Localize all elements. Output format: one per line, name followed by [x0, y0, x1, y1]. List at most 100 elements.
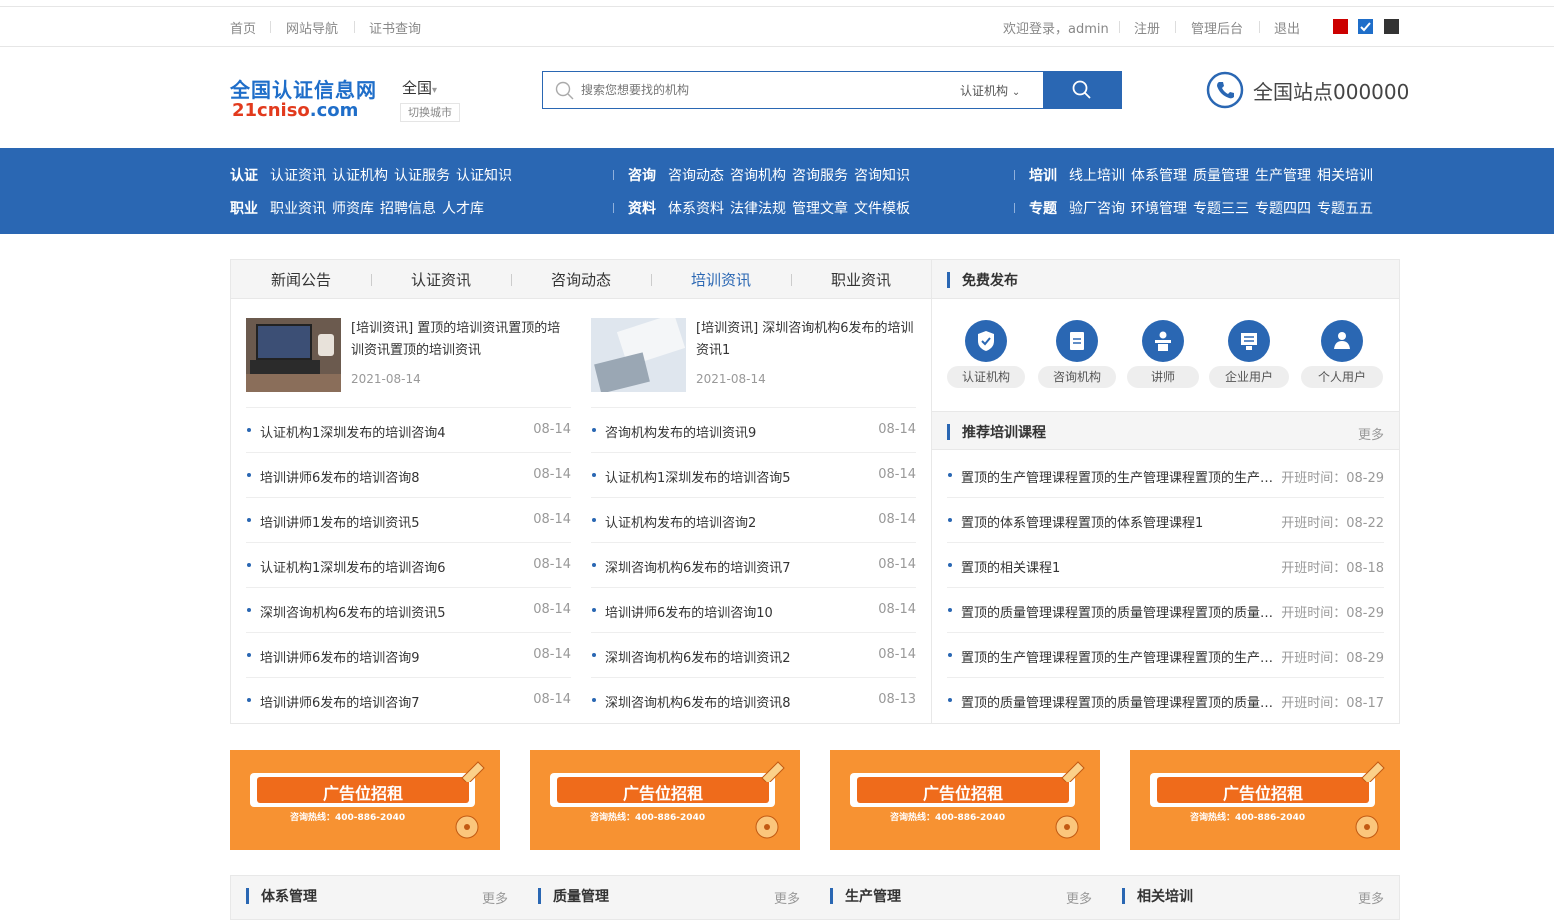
- item-title[interactable]: 深圳咨询机构6发布的培训资讯5: [260, 602, 446, 621]
- section-more-link[interactable]: 更多: [1358, 888, 1384, 907]
- item-title[interactable]: 深圳咨询机构6发布的培训资讯2: [605, 647, 791, 666]
- list-item[interactable]: 认证机构1深圳发布的培训咨询4 08-14: [246, 408, 571, 453]
- register-link[interactable]: 注册: [1134, 18, 1160, 37]
- nav-link[interactable]: 咨询机构: [730, 168, 786, 184]
- item-title[interactable]: 培训讲师6发布的培训咨询9: [260, 647, 420, 666]
- item-title[interactable]: 认证机构发布的培训咨询2: [605, 512, 756, 531]
- search-input[interactable]: [581, 80, 941, 100]
- list-item[interactable]: 认证机构1深圳发布的培训咨询6 08-14: [246, 543, 571, 588]
- publish-consult-org[interactable]: 咨询机构: [1038, 366, 1116, 388]
- featured-thumbnail[interactable]: [246, 318, 341, 392]
- nav-link[interactable]: 认证知识: [456, 168, 512, 184]
- nav-link[interactable]: 专题三三: [1193, 201, 1249, 217]
- tab-news[interactable]: 新闻公告: [231, 269, 371, 290]
- nav-link[interactable]: 咨询服务: [792, 168, 848, 184]
- course-item[interactable]: 置顶的体系管理课程置顶的体系管理课程1 开班时间：08-22: [947, 498, 1384, 543]
- ad-banner[interactable]: 广告位招租 咨询热线：400-886-2040: [1130, 750, 1400, 850]
- nav-link[interactable]: 人才库: [442, 201, 484, 217]
- nav-link[interactable]: 管理文章: [792, 201, 848, 217]
- featured-thumbnail[interactable]: [591, 318, 686, 392]
- logout-link[interactable]: 退出: [1274, 18, 1300, 37]
- nav-link[interactable]: 质量管理: [1193, 168, 1249, 184]
- nav-group-title[interactable]: 职业: [230, 201, 258, 217]
- city-selector[interactable]: 全国▾: [402, 77, 437, 98]
- nav-link[interactable]: 环境管理: [1131, 201, 1187, 217]
- site-logo-domain[interactable]: 21cniso.com: [232, 100, 358, 121]
- list-item[interactable]: 深圳咨询机构6发布的培训资讯5 08-14: [246, 588, 571, 633]
- nav-link[interactable]: 生产管理: [1255, 168, 1311, 184]
- nav-link[interactable]: 咨询知识: [854, 168, 910, 184]
- lecturer-icon[interactable]: [1142, 320, 1184, 362]
- list-item[interactable]: 培训讲师6发布的培训咨询9 08-14: [246, 633, 571, 678]
- publish-personal-user[interactable]: 个人用户: [1301, 366, 1383, 388]
- admin-link[interactable]: 管理后台: [1191, 18, 1243, 37]
- home-link[interactable]: 首页: [230, 18, 256, 37]
- theme-blue-swatch[interactable]: [1358, 19, 1373, 34]
- item-title[interactable]: 认证机构1深圳发布的培训咨询5: [605, 467, 791, 486]
- site-logo-title[interactable]: 全国认证信息网: [230, 74, 377, 103]
- item-title[interactable]: 深圳咨询机构6发布的培训资讯8: [605, 692, 791, 711]
- personal-user-icon[interactable]: [1321, 320, 1363, 362]
- course-item[interactable]: 置顶的质量管理课程置顶的质量管理课程置顶的质量… 开班时间：08-17: [947, 678, 1384, 723]
- nav-link[interactable]: 师资库: [332, 201, 374, 217]
- theme-dark-swatch[interactable]: [1384, 19, 1399, 34]
- tab-cert-news[interactable]: 认证资讯: [371, 269, 511, 290]
- item-title[interactable]: 培训讲师6发布的培训咨询10: [605, 602, 773, 621]
- featured-title[interactable]: [培训资讯] 置顶的培训资讯置顶的培训资讯置顶的培训资讯: [351, 318, 571, 362]
- section-more-link[interactable]: 更多: [774, 888, 800, 907]
- publish-cert-org[interactable]: 认证机构: [947, 366, 1025, 388]
- featured-title[interactable]: [培训资讯] 深圳咨询机构6发布的培训资讯1: [696, 318, 916, 362]
- nav-link[interactable]: 法律法规: [730, 201, 786, 217]
- theme-red-swatch[interactable]: [1333, 19, 1348, 34]
- ad-banner[interactable]: 广告位招租 咨询热线：400-886-2040: [230, 750, 500, 850]
- item-title[interactable]: 认证机构1深圳发布的培训咨询4: [260, 422, 446, 441]
- tab-career-news[interactable]: 职业资讯: [791, 269, 931, 290]
- tab-consult-news[interactable]: 咨询动态: [511, 269, 651, 290]
- item-title[interactable]: 咨询机构发布的培训资讯9: [605, 422, 756, 441]
- course-item[interactable]: 置顶的生产管理课程置顶的生产管理课程置顶的生产… 开班时间：08-29: [947, 453, 1384, 498]
- enterprise-icon[interactable]: [1228, 320, 1270, 362]
- nav-link[interactable]: 认证资讯: [270, 168, 326, 184]
- nav-group-title[interactable]: 资料: [628, 201, 656, 217]
- list-item[interactable]: 深圳咨询机构6发布的培训资讯7 08-14: [591, 543, 916, 588]
- section-more-link[interactable]: 更多: [482, 888, 508, 907]
- list-item[interactable]: 认证机构发布的培训咨询2 08-14: [591, 498, 916, 543]
- course-title[interactable]: 置顶的相关课程1: [961, 557, 1279, 576]
- nav-link[interactable]: 验厂咨询: [1069, 201, 1125, 217]
- item-title[interactable]: 培训讲师6发布的培训咨询7: [260, 692, 420, 711]
- nav-link[interactable]: 线上培训: [1069, 168, 1125, 184]
- nav-link[interactable]: 专题四四: [1255, 201, 1311, 217]
- item-title[interactable]: 培训讲师6发布的培训咨询8: [260, 467, 420, 486]
- publish-lecturer[interactable]: 讲师: [1127, 366, 1199, 388]
- list-item[interactable]: 认证机构1深圳发布的培训咨询5 08-14: [591, 453, 916, 498]
- course-title[interactable]: 置顶的质量管理课程置顶的质量管理课程置顶的质量…: [961, 602, 1279, 621]
- list-item[interactable]: 培训讲师6发布的培训咨询8 08-14: [246, 453, 571, 498]
- nav-link[interactable]: 认证服务: [394, 168, 450, 184]
- courses-more-link[interactable]: 更多: [1358, 424, 1384, 443]
- nav-link[interactable]: 文件模板: [854, 201, 910, 217]
- course-title[interactable]: 置顶的生产管理课程置顶的生产管理课程置顶的生产…: [961, 647, 1279, 666]
- course-item[interactable]: 置顶的生产管理课程置顶的生产管理课程置顶的生产… 开班时间：08-29: [947, 633, 1384, 678]
- list-item[interactable]: 深圳咨询机构6发布的培训资讯2 08-14: [591, 633, 916, 678]
- list-item[interactable]: 深圳咨询机构6发布的培训资讯8 08-13: [591, 678, 916, 723]
- nav-group-title[interactable]: 专题: [1029, 201, 1057, 217]
- nav-link[interactable]: 专题五五: [1317, 201, 1373, 217]
- nav-link[interactable]: 咨询动态: [668, 168, 724, 184]
- nav-group-title[interactable]: 咨询: [628, 168, 656, 184]
- nav-link[interactable]: 招聘信息: [380, 201, 436, 217]
- list-item[interactable]: 培训讲师6发布的培训咨询7 08-14: [246, 678, 571, 723]
- list-item[interactable]: 培训讲师1发布的培训资讯5 08-14: [246, 498, 571, 543]
- nav-link[interactable]: 体系资料: [668, 201, 724, 217]
- site-nav-link[interactable]: 网站导航: [286, 18, 338, 37]
- course-item[interactable]: 置顶的相关课程1 开班时间：08-18: [947, 543, 1384, 588]
- list-item[interactable]: 咨询机构发布的培训资讯9 08-14: [591, 408, 916, 453]
- search-button[interactable]: [1043, 71, 1122, 109]
- nav-group-title[interactable]: 认证: [230, 168, 258, 184]
- list-item[interactable]: 培训讲师6发布的培训咨询10 08-14: [591, 588, 916, 633]
- course-title[interactable]: 置顶的质量管理课程置顶的质量管理课程置顶的质量…: [961, 692, 1279, 711]
- course-title[interactable]: 置顶的体系管理课程置顶的体系管理课程1: [961, 512, 1279, 531]
- publish-enterprise[interactable]: 企业用户: [1209, 366, 1289, 388]
- course-item[interactable]: 置顶的质量管理课程置顶的质量管理课程置顶的质量… 开班时间：08-29: [947, 588, 1384, 633]
- ad-banner[interactable]: 广告位招租 咨询热线：400-886-2040: [530, 750, 800, 850]
- switch-city-button[interactable]: 切换城市: [400, 103, 460, 122]
